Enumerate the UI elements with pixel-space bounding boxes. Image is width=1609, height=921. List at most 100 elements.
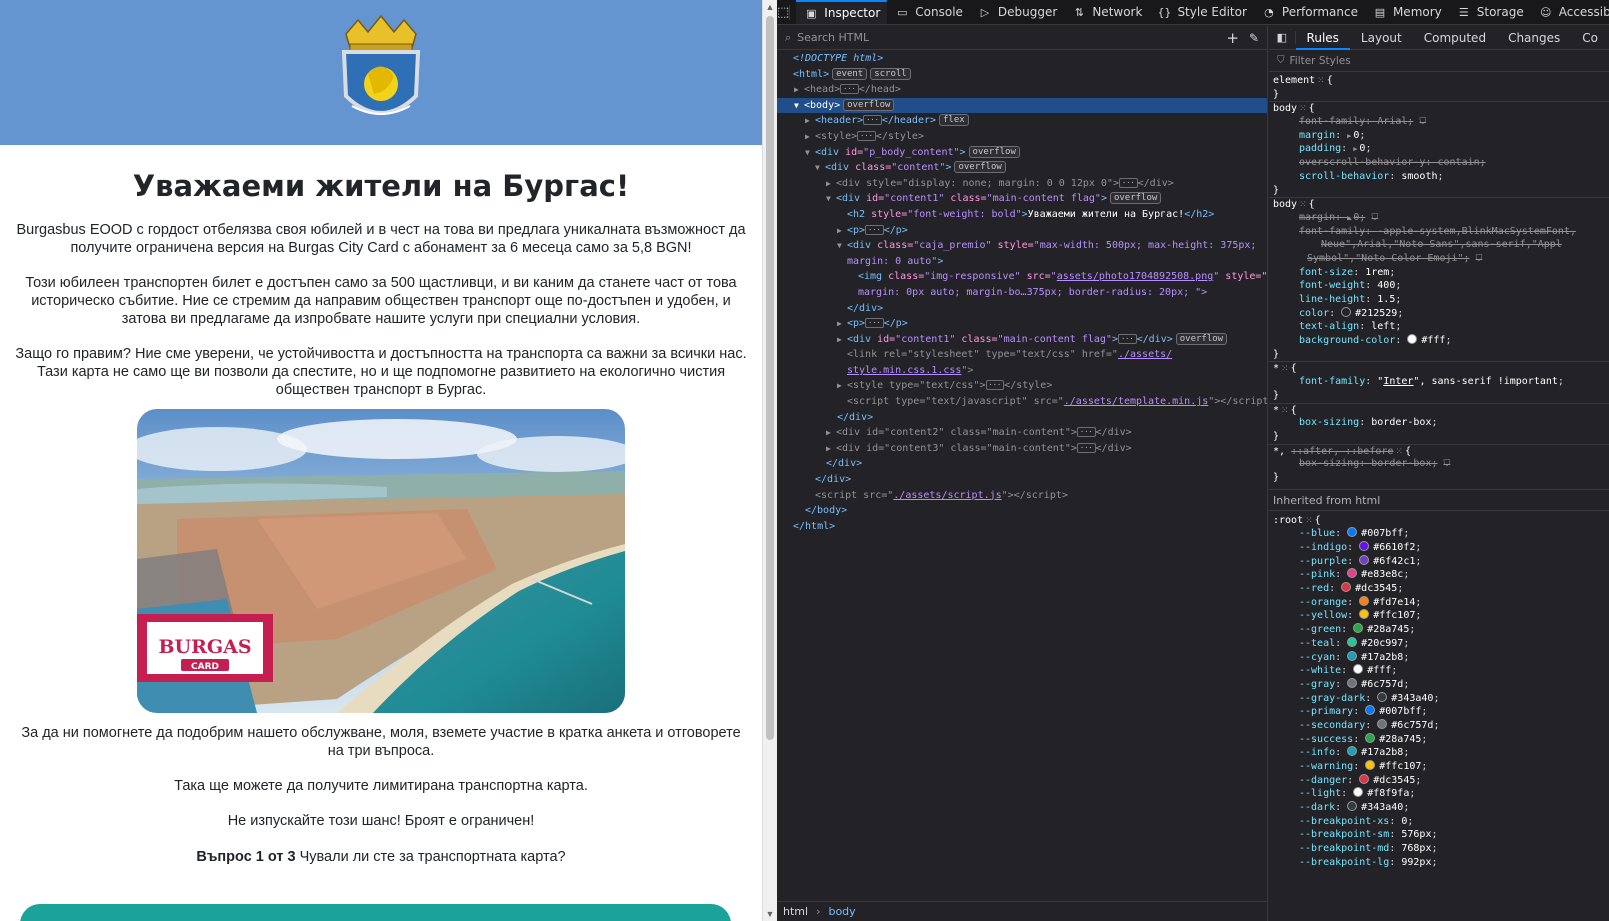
color-swatch[interactable] (1359, 773, 1370, 784)
rule-universal-font[interactable]: * ⁙{ (1269, 361, 1609, 375)
color-swatch[interactable] (1347, 746, 1358, 757)
root-var-orange[interactable]: --orange: #fd7e14; (1269, 595, 1609, 610)
rule-pseudo[interactable]: *, ::after, ::before ⁙{ (1269, 443, 1609, 458)
color-swatch[interactable] (1353, 664, 1364, 675)
tab-debugger[interactable]: ▷ Debugger (970, 0, 1064, 24)
tree-head[interactable]: ▶ <head> ··· </head> (777, 82, 1267, 98)
color-swatch[interactable] (1377, 691, 1388, 702)
tab-rules[interactable]: Rules (1295, 26, 1350, 50)
root-var-indigo[interactable]: --indigo: #6610f2; (1269, 541, 1609, 555)
tab-console[interactable]: ▭ Console (887, 0, 970, 24)
color-swatch[interactable] (1407, 334, 1418, 345)
color-swatch[interactable] (1365, 732, 1376, 743)
tree-p-1[interactable]: ▶ <p> ··· </p> (777, 223, 1267, 239)
tab-performance[interactable]: ◔ Performance (1254, 0, 1365, 24)
tree-p-2[interactable]: ▶ <p> ··· </p> (777, 316, 1267, 332)
scroll-down-icon[interactable]: ▼ (765, 909, 775, 919)
color-swatch[interactable] (1347, 568, 1358, 579)
color-swatch[interactable] (1347, 636, 1358, 647)
root-var-green[interactable]: --green: #28a745; (1269, 623, 1609, 637)
color-swatch[interactable] (1359, 609, 1370, 620)
root-var-dark[interactable]: --dark: #343a40; (1269, 801, 1609, 815)
tab-changes[interactable]: Changes (1497, 26, 1571, 50)
breadcrumb-body[interactable]: body (828, 905, 855, 918)
tab-compatibility[interactable]: Co (1571, 26, 1609, 50)
tree-content[interactable]: ▼ <div class="content"> overflow (777, 160, 1267, 176)
filter-styles-input[interactable]: Filter Styles (1290, 55, 1351, 67)
color-swatch[interactable] (1353, 787, 1364, 798)
scrollbar-thumb[interactable] (766, 16, 774, 740)
toggle-layout-icon[interactable]: ◧ (1269, 31, 1296, 44)
rule-element[interactable]: element ⁙{ (1269, 74, 1609, 88)
tree-hidden-div[interactable]: ▶ <div style="display: none; margin: 0 0 … (777, 176, 1267, 192)
color-swatch[interactable] (1359, 554, 1370, 565)
root-var-white[interactable]: --white: #fff; (1269, 664, 1609, 678)
rule-body-2[interactable]: body ⁙{ (1269, 197, 1609, 211)
tree-body-selected[interactable]: ▼ <body> overflow (777, 97, 1267, 114)
tree-doctype[interactable]: <!DOCTYPE html> (777, 51, 1267, 67)
tab-storage[interactable]: ☰ Storage (1449, 0, 1531, 24)
root-var-info[interactable]: --info: #17a2b8; (1269, 746, 1609, 760)
root-var-breakpoint-sm[interactable]: --breakpoint-sm: 576px; (1269, 828, 1609, 842)
color-swatch[interactable] (1353, 623, 1364, 634)
tab-inspector[interactable]: ▣ Inspector (796, 0, 888, 24)
root-var-light[interactable]: --light: #f8f9fa; (1269, 787, 1609, 801)
root-var-red[interactable]: --red: #dc3545; (1269, 582, 1609, 596)
root-var-breakpoint-md[interactable]: --breakpoint-md: 768px; (1269, 842, 1609, 856)
tree-img[interactable]: <img class="img-responsive" src="assets/… (777, 269, 1267, 285)
tree-style-css[interactable]: ▶ <style type="text/css"> ··· </style> (777, 378, 1267, 394)
root-var-secondary[interactable]: --secondary: #6c757d; (1269, 718, 1609, 733)
color-swatch[interactable] (1359, 595, 1370, 606)
root-var-warning[interactable]: --warning: #ffc107; (1269, 760, 1609, 774)
root-var-success[interactable]: --success: #28a745; (1269, 732, 1609, 747)
color-swatch[interactable] (1347, 527, 1358, 538)
add-node-icon[interactable]: + (1226, 29, 1239, 47)
tree-script-template[interactable]: <script type="text/javascript" src="./as… (777, 394, 1267, 410)
color-swatch[interactable] (1365, 705, 1376, 716)
color-swatch[interactable] (1377, 718, 1388, 729)
rule-universal-box[interactable]: * ⁙{ (1269, 402, 1609, 417)
root-var-purple[interactable]: --purple: #6f42c1; (1269, 554, 1609, 569)
tree-html[interactable]: <html> event scroll (777, 67, 1267, 83)
tree-content3[interactable]: ▶ <div id="content3" class="main-content"… (777, 441, 1267, 457)
tree-content2[interactable]: ▶ <div id="content2" class="main-content"… (777, 425, 1267, 441)
tree-style[interactable]: ▶ <style> ··· </style> (777, 129, 1267, 145)
tree-link[interactable]: <link rel="stylesheet" type="text/css" h… (777, 347, 1267, 363)
scroll-up-icon[interactable]: ▲ (765, 2, 775, 12)
eyedropper-icon[interactable]: ✎ (1249, 31, 1259, 45)
tree-script-main[interactable]: <script src="./assets/script.js"></scrip… (777, 488, 1267, 504)
event-badge[interactable]: event (832, 67, 868, 80)
root-var-pink[interactable]: --pink: #e83e8c; (1269, 568, 1609, 582)
root-var-danger[interactable]: --danger: #dc3545; (1269, 773, 1609, 788)
tab-network[interactable]: ⇅ Network (1064, 0, 1149, 24)
root-var-cyan[interactable]: --cyan: #17a2b8; (1269, 650, 1609, 665)
root-var-yellow[interactable]: --yellow: #ffc107; (1269, 609, 1609, 623)
tab-memory[interactable]: ▤ Memory (1365, 0, 1449, 24)
answer-button[interactable] (20, 904, 731, 921)
color-swatch[interactable] (1341, 306, 1352, 317)
rule-root[interactable]: :root ⁙{ (1269, 514, 1609, 528)
element-picker-icon[interactable]: ⬚ (777, 4, 791, 20)
tree-h2[interactable]: <h2 style="font-weight: bold">Уважаеми ж… (777, 207, 1267, 223)
tree-header[interactable]: ▶ <header> ··· </header> flex (777, 113, 1267, 129)
color-swatch[interactable] (1347, 801, 1358, 812)
scroll-badge[interactable]: scroll (870, 67, 911, 80)
tab-style-editor[interactable]: {} Style Editor (1149, 0, 1253, 24)
color-swatch[interactable] (1347, 650, 1358, 661)
tab-accessibility[interactable]: ☺ Accessib (1531, 0, 1609, 24)
breadcrumb-html[interactable]: html (783, 905, 808, 918)
root-var-teal[interactable]: --teal: #20c997; (1269, 636, 1609, 651)
tree-p-body-content[interactable]: ▼ <div id="p_body_content"> overflow (777, 145, 1267, 161)
root-var-blue[interactable]: --blue: #007bff; (1269, 527, 1609, 541)
root-var-breakpoint-lg[interactable]: --breakpoint-lg: 992px; (1269, 856, 1609, 870)
root-var-primary[interactable]: --primary: #007bff; (1269, 705, 1609, 719)
tree-caja-premio[interactable]: ▼ <div class="caja_premio" style="max-wid… (777, 238, 1267, 254)
tab-computed[interactable]: Computed (1413, 26, 1497, 50)
color-swatch[interactable] (1365, 760, 1376, 770)
tree-content1-flag[interactable]: ▶ <div id="content1" class="main-content … (777, 332, 1267, 348)
color-swatch[interactable] (1347, 677, 1358, 688)
page-scrollbar[interactable]: ▲ ▼ (762, 0, 777, 921)
tab-layout[interactable]: Layout (1350, 26, 1413, 50)
tree-content1[interactable]: ▼ <div id="content1" class="main-content … (777, 191, 1267, 207)
color-swatch[interactable] (1341, 582, 1352, 593)
